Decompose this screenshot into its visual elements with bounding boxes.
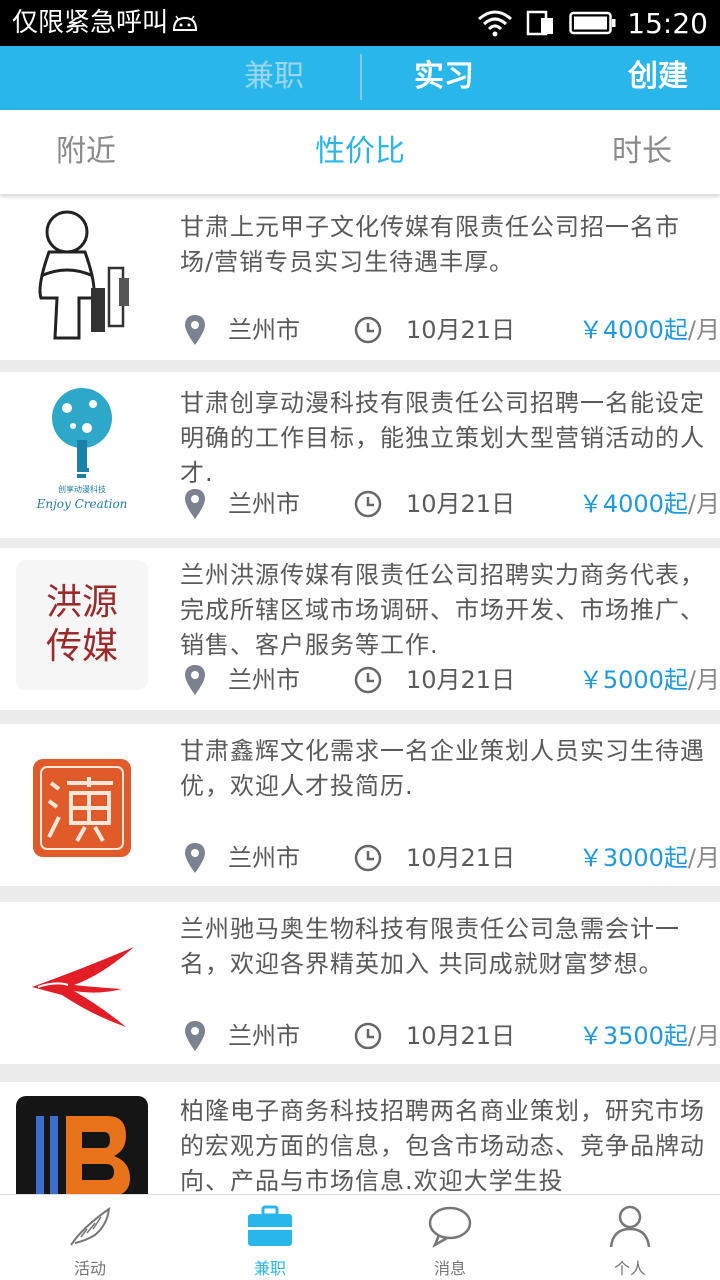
- job-city: 兰州市: [228, 844, 300, 872]
- status-bar: 仅限紧急呼叫 15:20: [0, 0, 720, 46]
- b-badge-logo-icon: [36, 1116, 130, 1194]
- location-pin-icon: [185, 665, 205, 695]
- job-city: 兰州市: [228, 666, 300, 694]
- clock-time: 15:20: [627, 6, 708, 40]
- job-salary: ￥4000起/月: [579, 312, 720, 348]
- chat-bubble-icon: [428, 1206, 472, 1248]
- job-list: 甘肃上元甲子文化传媒有限责任公司招一名市场/营销专员实习生待遇丰厚。 兰州市 1…: [0, 194, 720, 1194]
- logo-text: 创享动漫科技: [58, 484, 106, 494]
- clock-icon: [354, 490, 382, 518]
- job-city: 兰州市: [228, 316, 300, 344]
- top-bar: 兼职 实习 创建: [0, 46, 720, 110]
- job-salary: ￥3000起/月: [579, 840, 720, 876]
- nav-messages-label: 消息: [433, 1259, 466, 1278]
- clock-icon: [354, 316, 382, 344]
- salary-amount: ￥4000起: [578, 490, 688, 518]
- filter-nearby[interactable]: 附近: [56, 110, 116, 194]
- company-logo: [16, 1096, 148, 1194]
- job-salary: ￥5000起/月: [579, 662, 720, 698]
- job-card[interactable]: 柏隆电子商务科技招聘两名商业策划，研究市场的宏观方面的信息，包含市场动态、竞争品…: [0, 1082, 720, 1194]
- carrier-text: 仅限紧急呼叫: [12, 8, 169, 38]
- logo-text: 传媒: [45, 626, 118, 667]
- job-date: 10月21日: [406, 490, 516, 518]
- salary-unit: /月: [687, 490, 720, 518]
- salary-amount: ￥4000起: [578, 316, 688, 344]
- person-figure-icon: [38, 210, 129, 340]
- job-meta: 兰州市 10月21日 ￥4000起/月: [180, 312, 720, 352]
- clock-icon: [354, 1022, 382, 1050]
- nav-parttime[interactable]: 兼职: [180, 1195, 360, 1280]
- person-icon: [609, 1205, 651, 1248]
- salary-unit: /月: [687, 844, 720, 872]
- status-icons: 15:20: [477, 4, 708, 42]
- salary-unit: /月: [687, 666, 720, 694]
- job-title: 兰州洪源传媒有限责任公司招聘实力商务代表，完成所辖区域市场调研、市场开发、市场推…: [180, 561, 705, 659]
- salary-amount: ￥3000起: [578, 844, 688, 872]
- company-logo: [14, 204, 150, 344]
- job-title: 甘肃上元甲子文化传媒有限责任公司招一名市场/营销专员实习生待遇丰厚。: [180, 213, 680, 276]
- job-meta: 兰州市 10月21日 ￥5000起/月: [180, 662, 720, 702]
- android-icon: [172, 15, 198, 31]
- job-card[interactable]: 创享动漫科技 Enjoy Creation 甘肃创享动漫科技有限责任公司招聘一名…: [0, 372, 720, 538]
- clock-icon: [354, 666, 382, 694]
- job-salary: ￥3500起/月: [579, 1018, 720, 1054]
- job-salary: ￥4000起/月: [579, 486, 720, 522]
- job-city: 兰州市: [228, 490, 300, 518]
- filter-bar: 附近 性价比 时长: [0, 110, 720, 194]
- nav-activity-label: 活动: [73, 1259, 106, 1278]
- filter-value[interactable]: 性价比: [315, 110, 405, 194]
- company-logo: 创享动漫科技 Enjoy Creation: [14, 384, 150, 524]
- company-logo: [14, 914, 150, 1054]
- app: 仅限紧急呼叫 15:20 兼职 实习 创建 附近 性价比 时长 甘肃上元甲子文化…: [0, 0, 720, 1280]
- nav-parttime-label: 兼职: [253, 1259, 286, 1278]
- job-title: 甘肃创享动漫科技有限责任公司招聘一名能设定明确的工作目标，能独立策划大型营销活动…: [180, 389, 705, 487]
- feather-icon: [70, 1206, 111, 1246]
- location-pin-icon: [185, 315, 205, 345]
- logo-caption: Enjoy Creation: [36, 497, 128, 511]
- salary-unit: /月: [687, 316, 720, 344]
- location-pin-icon: [185, 1021, 205, 1051]
- nav-messages[interactable]: 消息: [360, 1195, 540, 1280]
- sim-icon: [527, 10, 554, 36]
- tab-divider: [360, 54, 362, 100]
- company-logo: [14, 738, 150, 878]
- nav-profile[interactable]: 个人: [540, 1195, 720, 1280]
- job-meta: 兰州市 10月21日 ￥3500起/月: [180, 1018, 720, 1058]
- red-bird-logo-icon: [32, 947, 134, 1027]
- tab-intern[interactable]: 实习: [414, 46, 474, 110]
- wifi-icon: [478, 10, 513, 37]
- job-meta: 兰州市 10月21日 ￥4000起/月: [180, 486, 720, 526]
- job-card[interactable]: 兰州驰马奥生物科技有限责任公司急需会计一名，欢迎各界精英加入 共同成就财富梦想。…: [0, 902, 720, 1064]
- bottom-nav: 活动 兼职 消息 个人: [0, 1194, 720, 1280]
- briefcase-icon: [248, 1205, 292, 1246]
- job-card[interactable]: 甘肃上元甲子文化传媒有限责任公司招一名市场/营销专员实习生待遇丰厚。 兰州市 1…: [0, 194, 720, 360]
- job-card[interactable]: 甘肃鑫辉文化需求一名企业策划人员实习生待遇优，欢迎人才投简历. 兰州市 10月2…: [0, 724, 720, 886]
- job-title: 兰州驰马奥生物科技有限责任公司急需会计一名，欢迎各界精英加入 共同成就财富梦想。: [180, 915, 680, 978]
- create-button[interactable]: 创建: [628, 46, 688, 110]
- tree-key-logo-icon: 创享动漫科技 Enjoy Creation: [36, 388, 128, 511]
- logo-text: 洪源: [45, 582, 118, 623]
- filter-duration[interactable]: 时长: [612, 110, 672, 194]
- job-date: 10月21日: [406, 316, 516, 344]
- job-date: 10月21日: [406, 1022, 516, 1050]
- job-title: 甘肃鑫辉文化需求一名企业策划人员实习生待遇优，欢迎人才投简历.: [180, 737, 705, 800]
- tab-parttime[interactable]: 兼职: [244, 46, 304, 110]
- job-title: 柏隆电子商务科技招聘两名商业策划，研究市场的宏观方面的信息，包含市场动态、竞争品…: [180, 1097, 705, 1194]
- seal-stamp-icon: [33, 759, 131, 857]
- salary-amount: ￥5000起: [578, 666, 688, 694]
- job-date: 10月21日: [406, 844, 516, 872]
- job-city: 兰州市: [228, 1022, 300, 1050]
- job-date: 10月21日: [406, 666, 516, 694]
- salary-unit: /月: [687, 1022, 720, 1050]
- battery-icon: [569, 11, 616, 35]
- location-pin-icon: [185, 843, 205, 873]
- job-card[interactable]: 洪源 传媒 兰州洪源传媒有限责任公司招聘实力商务代表，完成所辖区域市场调研、市场…: [0, 548, 720, 710]
- company-logo: 洪源 传媒: [16, 560, 148, 690]
- salary-amount: ￥3500起: [578, 1022, 688, 1050]
- nav-activity[interactable]: 活动: [0, 1195, 180, 1280]
- nav-profile-label: 个人: [613, 1259, 646, 1278]
- location-pin-icon: [185, 489, 205, 519]
- job-meta: 兰州市 10月21日 ￥3000起/月: [180, 840, 720, 880]
- clock-icon: [354, 844, 382, 872]
